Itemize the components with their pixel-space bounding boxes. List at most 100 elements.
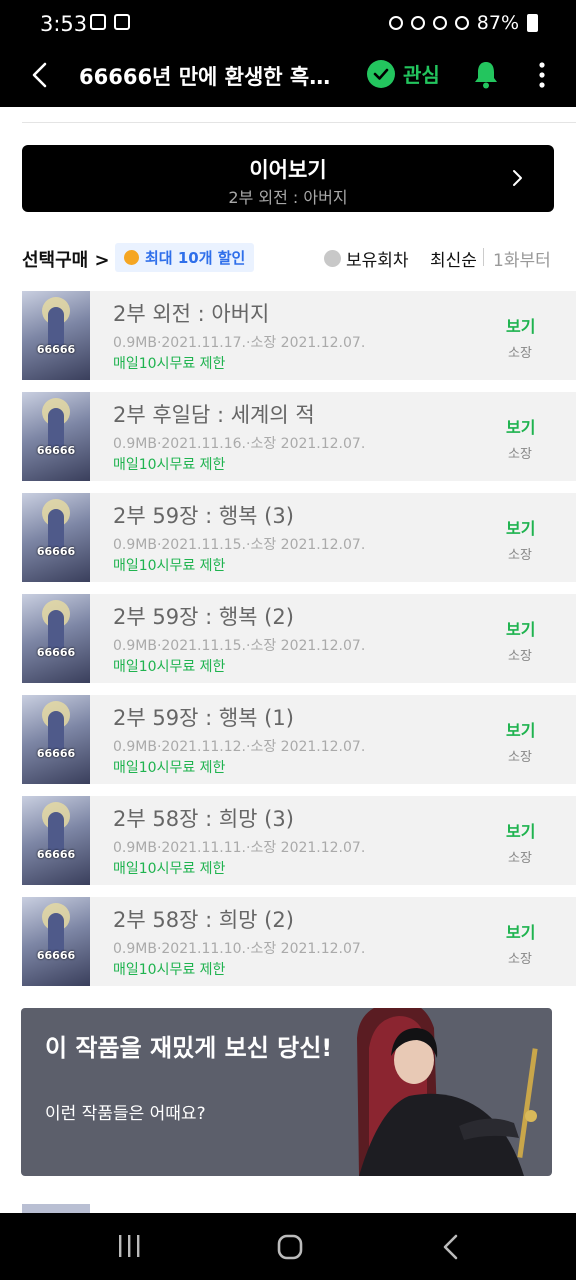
discount-label: 최대 10개 할인 — [145, 249, 246, 267]
free-limit-label: 매일10시무료 제한 — [113, 457, 226, 473]
figure-shape — [48, 509, 64, 549]
select-purchase-link[interactable]: 선택구매 > — [22, 246, 110, 272]
view-button[interactable]: 보기 — [506, 616, 535, 640]
status-bar: 3:53 87% — [0, 0, 576, 50]
episode-title: 2부 59장 : 행복 (3) — [113, 504, 294, 528]
discount-badge[interactable]: 최대 10개 할인 — [115, 243, 255, 272]
owned-label: 소장 — [508, 952, 532, 967]
episode-meta: 0.9MB·2021.11.15.·소장 2021.12.07. — [113, 638, 366, 654]
banner-subtext: 이런 작품들은 어때요? — [45, 1104, 206, 1124]
thumbnail-logo: 66666 — [36, 444, 76, 457]
thumbnail-logo: 66666 — [36, 747, 76, 760]
check-circle-icon — [324, 250, 341, 267]
figure-shape — [48, 711, 64, 751]
episode-row[interactable]: 66666 2부 59장 : 행복 (1) 0.9MB·2021.11.12.·소장… — [22, 695, 576, 784]
free-limit-label: 매일10시무료 제한 — [113, 962, 226, 978]
status-time: 3:53 — [40, 12, 88, 36]
episode-thumbnail: 66666 — [22, 897, 90, 986]
wifi-icon — [432, 16, 447, 30]
owned-label: 소장 — [508, 851, 532, 866]
free-limit-label: 매일10시무료 제한 — [113, 356, 226, 372]
status-right: 87% — [388, 12, 538, 34]
episode-row[interactable]: 66666 2부 59장 : 행복 (2) 0.9MB·2021.11.15.·소장… — [22, 594, 576, 683]
battery-percent: 87% — [476, 12, 519, 34]
figure-shape — [48, 408, 64, 448]
coin-icon — [124, 250, 139, 265]
episode-title: 2부 후일담 : 세계의 적 — [113, 403, 315, 427]
episode-title: 2부 59장 : 행복 (2) — [113, 605, 294, 629]
episode-thumbnail: 66666 — [22, 392, 90, 481]
episode-thumbnail: 66666 — [22, 291, 90, 380]
character-illustration — [357, 1008, 538, 1176]
continue-episode: 2부 외전 : 아버지 — [228, 188, 348, 207]
check-icon — [367, 59, 395, 88]
episode-title: 2부 59장 : 행복 (1) — [113, 706, 294, 730]
owned-label: 소장 — [508, 750, 532, 765]
owned-label: 소장 — [508, 447, 532, 462]
sort-latest-button[interactable]: 최신순 — [430, 246, 477, 271]
divider — [22, 122, 576, 123]
episode-thumbnail: 66666 — [22, 594, 90, 683]
owned-filter-toggle[interactable]: 보유회차 — [324, 246, 409, 271]
view-button[interactable]: 보기 — [506, 515, 535, 539]
notification-icons — [90, 14, 130, 30]
thumbnail-logo: 66666 — [36, 646, 76, 659]
back-icon[interactable] — [440, 1233, 462, 1261]
free-limit-label: 매일10시무료 제한 — [113, 558, 226, 574]
episode-thumbnail: 66666 — [22, 493, 90, 582]
episode-title: 2부 외전 : 아버지 — [113, 302, 270, 326]
chevron-right-icon — [513, 170, 522, 186]
system-nav-bar — [0, 1213, 576, 1280]
thumbnail-logo: 66666 — [36, 949, 76, 962]
episode-row[interactable]: 66666 2부 59장 : 행복 (3) 0.9MB·2021.11.15.·소장… — [22, 493, 576, 582]
owned-label: 소장 — [508, 346, 532, 361]
bluetooth-icon — [388, 16, 403, 30]
more-options-icon[interactable] — [534, 60, 550, 90]
episode-meta: 0.9MB·2021.11.11.·소장 2021.12.07. — [113, 840, 366, 856]
view-button[interactable]: 보기 — [506, 414, 535, 438]
home-icon[interactable] — [276, 1233, 304, 1261]
continue-label: 이어보기 — [249, 158, 327, 182]
owned-label: 소장 — [508, 548, 532, 563]
figure-shape — [48, 610, 64, 650]
episode-meta: 0.9MB·2021.11.17.·소장 2021.12.07. — [113, 335, 366, 351]
banner-headline: 이 작품을 재밌게 보신 당신! — [45, 1034, 333, 1062]
owned-label: 소장 — [508, 649, 532, 664]
episode-row[interactable]: 66666 2부 후일담 : 세계의 적 0.9MB·2021.11.16.·소장 … — [22, 392, 576, 481]
episode-meta: 0.9MB·2021.11.16.·소장 2021.12.07. — [113, 436, 366, 452]
figure-shape — [48, 307, 64, 347]
free-limit-label: 매일10시무료 제한 — [113, 760, 226, 776]
view-button[interactable]: 보기 — [506, 313, 535, 337]
mute-icon — [410, 16, 425, 30]
filter-bar: 선택구매 > 최대 10개 할인 보유회차 최신순 1화부터 — [22, 243, 562, 273]
back-arrow-icon[interactable] — [26, 60, 56, 90]
episode-meta: 0.9MB·2021.11.12.·소장 2021.12.07. — [113, 739, 366, 755]
recommendation-banner[interactable]: 이 작품을 재밌게 보신 당신! 이런 작품들은 어때요? — [21, 1008, 552, 1176]
owned-filter-label: 보유회차 — [346, 251, 409, 271]
episode-row[interactable]: 66666 2부 외전 : 아버지 0.9MB·2021.11.17.·소장 202… — [22, 291, 576, 380]
series-title: 66666년 만에 환생한 흑마... — [79, 65, 349, 89]
episode-title: 2부 58장 : 희망 (3) — [113, 807, 294, 831]
app-bar: 66666년 만에 환생한 흑마... 관심 — [0, 50, 576, 107]
view-button[interactable]: 보기 — [506, 818, 535, 842]
favorite-button[interactable]: 관심 — [367, 59, 440, 88]
view-button[interactable]: 보기 — [506, 717, 535, 741]
continue-reading-button[interactable]: 이어보기 2부 외전 : 아버지 — [22, 145, 554, 212]
figure-shape — [48, 913, 64, 953]
thumbnail-logo: 66666 — [36, 545, 76, 558]
episode-meta: 0.9MB·2021.11.15.·소장 2021.12.07. — [113, 537, 366, 553]
notification-icon — [90, 14, 106, 30]
episode-thumbnail: 66666 — [22, 796, 90, 885]
bell-icon[interactable] — [472, 59, 500, 89]
thumbnail-logo: 66666 — [36, 848, 76, 861]
episode-row[interactable]: 66666 2부 58장 : 희망 (2) 0.9MB·2021.11.10.·소장… — [22, 897, 576, 986]
view-button[interactable]: 보기 — [506, 919, 535, 943]
sort-first-button[interactable]: 1화부터 — [493, 246, 551, 271]
notification-icon — [114, 14, 130, 30]
episode-list: 66666 2부 외전 : 아버지 0.9MB·2021.11.17.·소장 202… — [22, 291, 576, 998]
signal-icon — [454, 16, 469, 30]
thumbnail-logo: 66666 — [36, 343, 76, 356]
recent-apps-icon[interactable] — [116, 1233, 142, 1259]
episode-row[interactable]: 66666 2부 58장 : 희망 (3) 0.9MB·2021.11.11.·소장… — [22, 796, 576, 885]
battery-icon — [527, 14, 538, 32]
